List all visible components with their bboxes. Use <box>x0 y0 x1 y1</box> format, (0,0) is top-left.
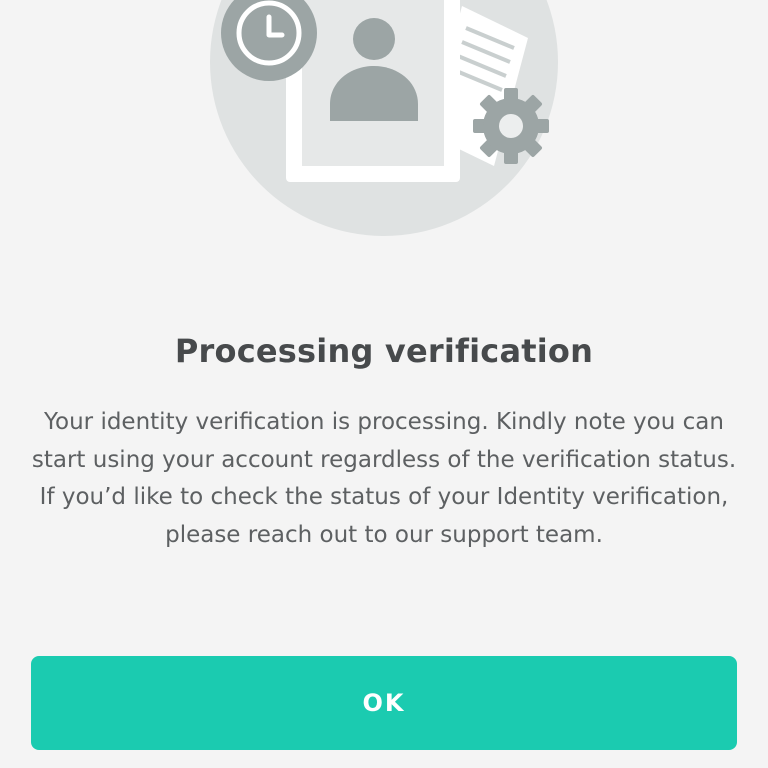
processing-verification-screen: Processing verification Your identity ve… <box>0 0 768 768</box>
ok-button-label: OK <box>362 689 406 717</box>
dialog-title: Processing verification <box>174 332 594 370</box>
verification-illustration <box>210 0 558 236</box>
ok-button[interactable]: OK <box>31 656 737 750</box>
dialog-message: Your identity verification is processing… <box>31 409 737 548</box>
gear-icon <box>473 88 549 164</box>
